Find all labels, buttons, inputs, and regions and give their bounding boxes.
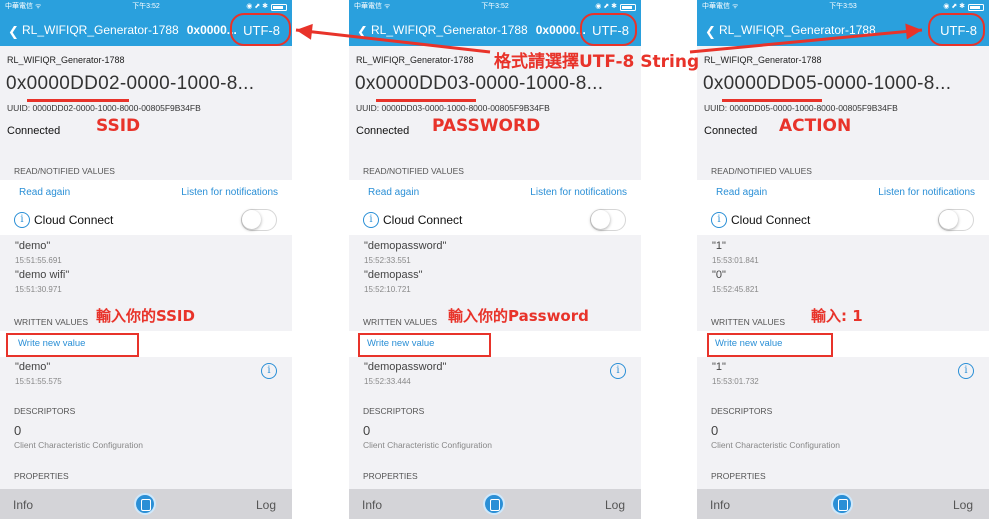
annotation-arrows [295,23,923,54]
screenshot-collage: 中華電信 ᯤ 下午3:52 ◉ ⬈ ✱ ❮ RL_WIFIQR_Generator-17… [0,0,989,519]
arrow-line [295,28,491,54]
arrow-head [905,23,922,40]
arrow-line [689,28,923,54]
arrow-head [296,23,313,40]
